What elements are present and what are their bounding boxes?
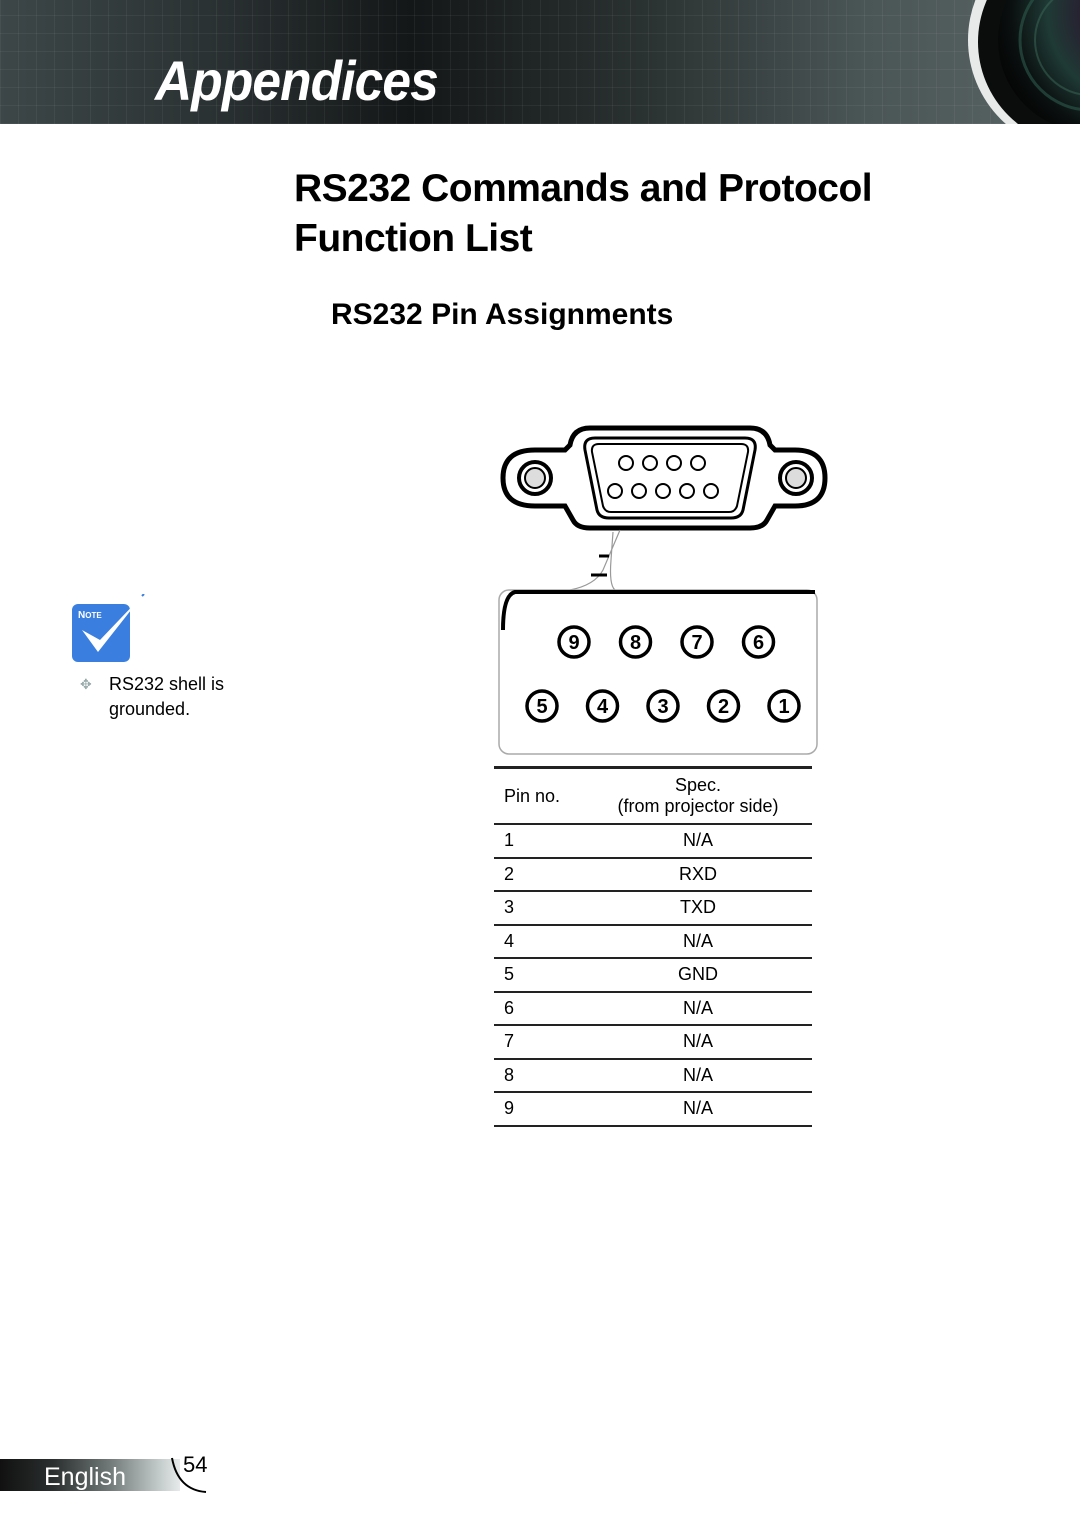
svg-text:NOTE: NOTE xyxy=(78,610,102,621)
note-text-block: ✥ RS232 shell is grounded. xyxy=(80,672,270,722)
table-row: 7 N/A xyxy=(494,1025,812,1060)
pin-label: 6 xyxy=(753,632,764,654)
pin-spec: GND xyxy=(584,958,812,993)
note-check-icon: NOTE xyxy=(72,594,145,662)
table-row: 5 GND xyxy=(494,958,812,993)
pin-spec: RXD xyxy=(584,857,812,892)
pin-label: 9 xyxy=(568,632,579,654)
pin-9: 9 xyxy=(557,625,591,659)
connector-hole xyxy=(703,483,719,499)
pin-label: 3 xyxy=(657,696,668,718)
page-header-banner: Appendices xyxy=(0,0,1080,124)
pin-spec: N/A xyxy=(584,1025,812,1060)
pin-label: 4 xyxy=(597,696,609,718)
language-label: English xyxy=(44,1463,126,1491)
pin-spec: N/A xyxy=(584,991,812,1026)
projector-lens-image xyxy=(968,0,1080,124)
pin-8: 8 xyxy=(618,625,653,659)
pin-number: 5 xyxy=(494,958,584,993)
page-number: 54 xyxy=(183,1452,208,1477)
pin-label: 1 xyxy=(778,696,789,718)
section-subtitle: RS232 Pin Assignments xyxy=(331,298,674,331)
pin-number: 3 xyxy=(494,891,584,926)
pin-label: 8 xyxy=(630,632,641,654)
pin-spec: N/A xyxy=(584,824,812,859)
spec-header-line2: (from projector side) xyxy=(617,796,779,816)
table-row: 3 TXD xyxy=(494,891,812,926)
pin-spec: N/A xyxy=(584,1092,812,1127)
pin-no-header: Pin no. xyxy=(494,767,584,825)
pin-number: 4 xyxy=(494,924,584,959)
connector-hole xyxy=(618,455,634,471)
pin-2: 2 xyxy=(706,689,741,723)
connector-hole xyxy=(642,455,658,471)
pin-label: 7 xyxy=(691,632,702,654)
table-row: 9 N/A xyxy=(494,1092,812,1127)
pin-number: 9 xyxy=(494,1092,584,1127)
table-header-row: Pin no. Spec. (from projector side) xyxy=(494,767,812,825)
table-row: 6 N/A xyxy=(494,991,812,1026)
pin-number: 8 xyxy=(494,1058,584,1093)
note-body: RS232 shell is grounded. xyxy=(109,674,225,719)
connector-hole xyxy=(631,483,647,499)
pin-number: 6 xyxy=(494,991,584,1026)
spec-header: Spec. (from projector side) xyxy=(584,767,812,825)
pin-spec: TXD xyxy=(584,891,812,926)
pin-label: 5 xyxy=(536,696,547,718)
pin-label: 2 xyxy=(718,696,729,718)
pin-number: 2 xyxy=(494,857,584,892)
connector-hole xyxy=(607,483,623,499)
pin-4: 4 xyxy=(585,689,620,723)
db9-connector-shell xyxy=(500,425,828,531)
page-title: RS232 Commands and Protocol Function Lis… xyxy=(294,167,873,260)
table-row: 1 N/A xyxy=(494,824,812,859)
pin-1: 1 xyxy=(767,689,801,723)
pin-6: 6 xyxy=(741,625,776,659)
connector-hole xyxy=(690,455,706,471)
spec-header-line1: Spec. xyxy=(674,775,722,795)
pin-7: 7 xyxy=(680,625,714,659)
connector-hole xyxy=(679,483,695,499)
enlarged-pin-view xyxy=(498,589,818,755)
pin-3: 3 xyxy=(646,689,680,723)
db9-connector-diagram: 9 8 7 6 5 4 3 2 1 xyxy=(498,425,828,755)
bullet-icon: ✥ xyxy=(80,676,92,692)
pin-spec: N/A xyxy=(584,1058,812,1093)
pin-number: 7 xyxy=(494,1025,584,1060)
pin-spec: N/A xyxy=(584,924,812,959)
pin-5: 5 xyxy=(525,689,559,723)
pin-assignment-table: Pin no. Spec. (from projector side) 1 N/A… xyxy=(494,766,812,1127)
pin-number: 1 xyxy=(494,824,584,859)
table-row: 2 RXD xyxy=(494,857,812,892)
connector-hole xyxy=(655,483,671,499)
table-row: 4 N/A xyxy=(494,924,812,959)
section-title: Appendices xyxy=(155,49,439,112)
table-row: 8 N/A xyxy=(494,1058,812,1093)
connector-hole xyxy=(666,455,682,471)
